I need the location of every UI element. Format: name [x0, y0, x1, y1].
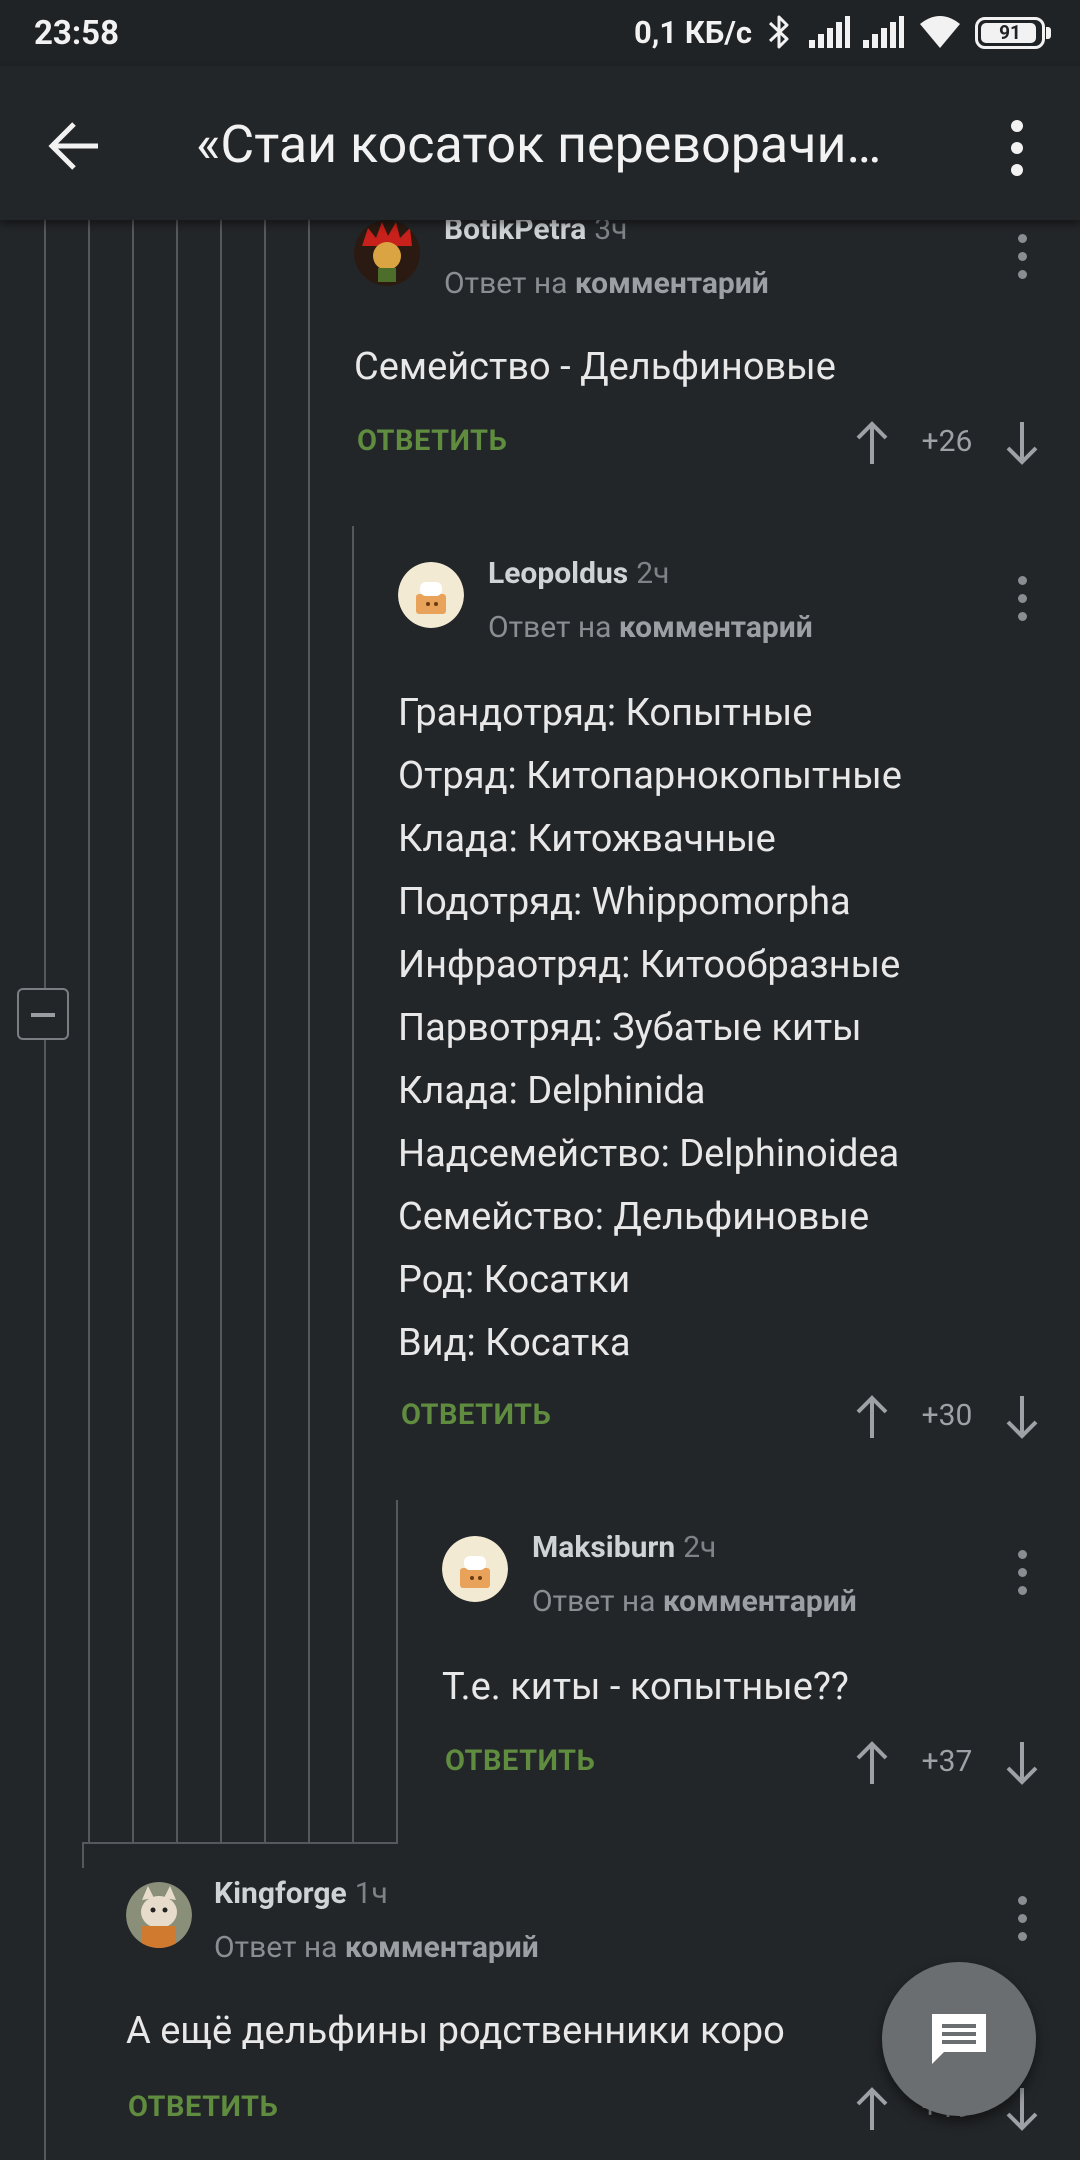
bluetooth-icon	[768, 15, 789, 49]
more-menu-icon[interactable]	[996, 118, 1040, 178]
status-time: 23:58	[34, 14, 120, 53]
downvote-arrow-icon[interactable]	[1004, 420, 1040, 466]
reply-target-link[interactable]: комментарий	[345, 1930, 539, 1965]
reply-prefix: Ответ на	[444, 266, 568, 301]
comment-line: Отряд: Китопарнокопытные	[398, 754, 902, 798]
author-name[interactable]: Leopoldus	[488, 556, 628, 591]
reply-button[interactable]: ОТВЕТИТЬ	[128, 2090, 278, 2124]
comment-more-icon[interactable]	[1008, 1894, 1038, 1944]
comment-line: Клада: Китожвачные	[398, 817, 776, 861]
thread-line	[82, 1842, 398, 1844]
comment-more-icon[interactable]	[1008, 574, 1038, 624]
reply-button[interactable]: ОТВЕТИТЬ	[445, 1744, 595, 1778]
reply-to: Ответ на комментарий	[444, 266, 769, 301]
comment-more-icon[interactable]	[1008, 232, 1038, 282]
comment-time: 2ч	[683, 1530, 717, 1565]
comment-icon	[932, 2014, 986, 2064]
upvote-arrow-icon[interactable]	[854, 2086, 890, 2132]
avatar[interactable]	[442, 1536, 508, 1602]
signal-icon-2	[863, 16, 904, 48]
comment-author[interactable]: BotikPetra 3ч	[444, 220, 627, 247]
comment-line: Надсемейство: Delphinoidea	[398, 1132, 900, 1176]
reply-target-link[interactable]: комментарий	[619, 610, 813, 645]
comment-line: А ещё дельфины родственники коро	[126, 2009, 785, 2053]
reply-to: Ответ на комментарий	[488, 610, 813, 645]
comment-thread: BotikPetra 3ч Ответ на комментарий Семейс…	[0, 220, 1080, 2160]
avatar[interactable]	[398, 562, 464, 628]
downvote-arrow-icon[interactable]	[1004, 1740, 1040, 1786]
signal-icon	[809, 16, 850, 48]
comment-text: Грандотряд: Копытные Отряд: Китопарнокоп…	[398, 682, 902, 1375]
comment-more-icon[interactable]	[1008, 1548, 1038, 1598]
wifi-icon	[920, 16, 960, 48]
comment-author[interactable]: Maksiburn 2ч	[532, 1530, 716, 1565]
reply-to: Ответ на комментарий	[214, 1930, 539, 1965]
upvote-arrow-icon[interactable]	[854, 1394, 890, 1440]
back-arrow-icon[interactable]	[40, 110, 112, 182]
comment-time: 3ч	[594, 220, 628, 247]
comment-text: Т.е. киты - копытные??	[442, 1656, 849, 1719]
vote-score: +37	[921, 1744, 973, 1779]
author-name[interactable]: BotikPetra	[444, 220, 586, 247]
status-network-speed: 0,1 КБ/с	[634, 14, 753, 51]
thread-line	[82, 1842, 84, 1868]
avatar[interactable]	[354, 220, 420, 286]
battery-icon: 91	[975, 17, 1045, 49]
comment-time: 2ч	[636, 556, 670, 591]
comment-line: Семейство - Дельфиновые	[354, 345, 836, 389]
upvote-arrow-icon[interactable]	[854, 1740, 890, 1786]
reply-button[interactable]: ОТВЕТИТЬ	[401, 1398, 551, 1432]
comment-author[interactable]: Kingforge 1ч	[214, 1876, 388, 1911]
reply-target-link[interactable]: комментарий	[663, 1584, 857, 1619]
comment-text: А ещё дельфины родственники коро	[126, 2000, 785, 2063]
comment-author[interactable]: Leopoldus 2ч	[488, 556, 669, 591]
app-bar: «Стаи косаток переворачи…	[0, 66, 1080, 220]
add-comment-fab[interactable]	[882, 1962, 1036, 2116]
comment-line: Вид: Косатка	[398, 1321, 631, 1365]
battery-level: 91	[999, 21, 1021, 44]
reply-prefix: Ответ на	[214, 1930, 338, 1965]
author-name[interactable]: Kingforge	[214, 1876, 347, 1911]
avatar[interactable]	[126, 1882, 192, 1948]
comment-line: Клада: Delphinida	[398, 1069, 706, 1113]
reply-button[interactable]: ОТВЕТИТЬ	[357, 424, 507, 458]
comment-line: Парвотряд: Зубатые киты	[398, 1006, 862, 1050]
battery-cap	[1046, 27, 1051, 39]
comment-line: Род: Косатки	[398, 1258, 631, 1302]
vote-score: +30	[921, 1398, 973, 1433]
page-title: «Стаи косаток переворачи…	[196, 114, 882, 175]
comment: BotikPetra 3ч Ответ на комментарий Семейс…	[0, 220, 1080, 520]
comment-line: Семейство: Дельфиновые	[398, 1195, 870, 1239]
comment: Maksiburn 2ч Ответ на комментарий Т.е. ки…	[0, 1524, 1080, 1824]
reply-prefix: Ответ на	[488, 610, 612, 645]
status-bar: 23:58 0,1 КБ/с 91	[0, 0, 1080, 66]
comment-line: Т.е. киты - копытные??	[442, 1665, 849, 1709]
comment-time: 1ч	[354, 1876, 388, 1911]
comment-line: Подотряд: Whippomorpha	[398, 880, 851, 924]
comment-line: Инфраотряд: Китообразные	[398, 943, 901, 987]
upvote-arrow-icon[interactable]	[854, 420, 890, 466]
comment-text: Семейство - Дельфиновые	[354, 336, 836, 399]
author-name[interactable]: Maksiburn	[532, 1530, 675, 1565]
downvote-arrow-icon[interactable]	[1004, 1394, 1040, 1440]
comment-line: Грандотряд: Копытные	[398, 691, 813, 735]
reply-prefix: Ответ на	[532, 1584, 656, 1619]
reply-target-link[interactable]: комментарий	[575, 266, 769, 301]
reply-to: Ответ на комментарий	[532, 1584, 857, 1619]
comment: Leopoldus 2ч Ответ на комментарий Грандот…	[0, 550, 1080, 1500]
vote-score: +26	[921, 424, 973, 459]
